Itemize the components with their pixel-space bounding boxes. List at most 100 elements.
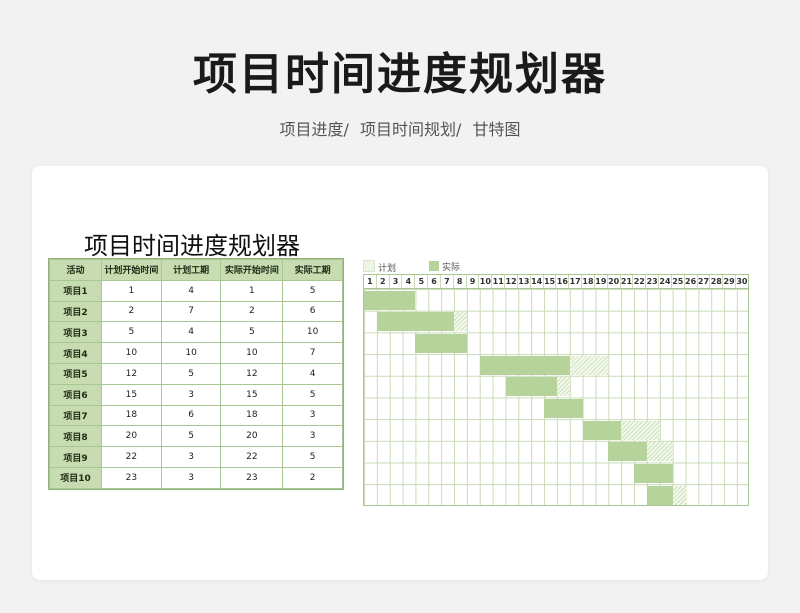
table-cell[interactable]: 22	[220, 446, 284, 468]
day-header-cell: 20	[606, 275, 620, 288]
table-row: 项目8 20 5 20 3	[49, 425, 343, 448]
table-cell[interactable]: 3	[160, 446, 222, 468]
table-cell[interactable]: 5	[220, 321, 284, 344]
activity-name-cell[interactable]: 项目6	[49, 383, 102, 406]
breadcrumb-item[interactable]: 项目进度/	[279, 120, 348, 139]
legend-actual-swatch	[429, 261, 439, 271]
activity-name-cell[interactable]: 项目4	[49, 342, 102, 364]
day-header-cell: 8	[452, 275, 466, 288]
table-cell[interactable]: 23	[100, 466, 162, 489]
day-header-cell: 23	[645, 275, 658, 288]
table-cell[interactable]: 18	[220, 404, 284, 427]
table-cell[interactable]: 4	[282, 362, 343, 385]
day-header-cell: 17	[568, 275, 581, 288]
table-cell[interactable]: 5	[282, 446, 343, 468]
column-header: 实际开始时间	[220, 259, 284, 281]
table-cell[interactable]: 2	[100, 300, 162, 323]
activity-name-cell[interactable]: 项目9	[49, 446, 102, 468]
day-header-cell: 16	[555, 275, 568, 288]
table-cell[interactable]: 7	[282, 342, 343, 364]
activity-name-cell[interactable]: 项目2	[49, 300, 102, 323]
activity-name-cell[interactable]: 项目10	[49, 466, 102, 489]
day-header-cell: 22	[632, 275, 645, 288]
table-cell[interactable]: 2	[220, 300, 284, 323]
table-cell[interactable]: 10	[220, 342, 284, 364]
legend-plan-swatch	[363, 260, 375, 272]
table-cell[interactable]: 10	[282, 321, 343, 344]
table-cell[interactable]: 18	[100, 404, 162, 427]
breadcrumb-item[interactable]: 甘特图	[472, 120, 520, 139]
table-cell[interactable]: 12	[220, 362, 284, 385]
gantt-actual-bar	[647, 485, 673, 505]
breadcrumb-item[interactable]: 项目时间规划/	[360, 120, 461, 139]
activity-name-cell[interactable]: 项目1	[49, 279, 102, 302]
table-cell[interactable]: 15	[100, 383, 162, 406]
table-cell[interactable]: 2	[282, 466, 343, 489]
table-cell[interactable]: 5	[160, 362, 222, 385]
activity-name-cell[interactable]: 项目5	[49, 362, 102, 385]
day-header-cell: 24	[658, 275, 671, 288]
column-header: 计划工期	[160, 259, 222, 281]
day-header-cell: 27	[696, 275, 710, 288]
table-cell[interactable]: 6	[160, 404, 222, 427]
gantt-chart: 1 2 3 4 5 6 7 8 9 10 11 12 13 14 15 16 17 18 19 20 21 22 23 24 2…	[363, 274, 749, 506]
table-cell[interactable]: 10	[160, 342, 222, 364]
day-header-cell: 13	[516, 275, 530, 288]
gantt-day-header: 1 2 3 4 5 6 7 8 9 10 11 12 13 14 15 16 17 18 19 20 21 22 23 24 2…	[363, 274, 749, 289]
column-header: 活动	[49, 259, 102, 281]
activity-name-cell[interactable]: 项目3	[49, 321, 102, 344]
table-cell[interactable]: 12	[100, 362, 162, 385]
table-cell[interactable]: 23	[220, 466, 284, 489]
legend-plan-label: 计划	[378, 264, 397, 274]
table-cell[interactable]: 4	[160, 321, 222, 344]
table-cell[interactable]: 10	[100, 342, 162, 364]
table-cell[interactable]: 6	[282, 300, 343, 323]
table-cell[interactable]: 5	[100, 321, 162, 344]
gantt-actual-bar	[415, 333, 467, 353]
day-header-cell: 15	[542, 275, 556, 288]
table-cell[interactable]: 1	[220, 279, 284, 302]
gantt-actual-bar	[364, 290, 416, 310]
table-cell[interactable]: 3	[160, 466, 222, 489]
table-cell[interactable]: 4	[160, 279, 222, 302]
table-cell[interactable]: 5	[282, 383, 343, 406]
activity-name-cell[interactable]: 项目7	[49, 404, 102, 427]
day-header-cell: 14	[529, 275, 543, 288]
table-row: 项目5 12 5 12 4	[49, 362, 343, 385]
table-cell[interactable]: 3	[282, 404, 343, 427]
legend-plan: 计划	[363, 260, 396, 274]
day-header-cell: 6	[427, 275, 440, 288]
day-header-cell: 19	[593, 275, 607, 288]
table-cell[interactable]: 3	[282, 425, 343, 448]
gantt-actual-bar	[505, 377, 557, 397]
table-cell[interactable]: 3	[160, 383, 222, 406]
table-cell[interactable]: 5	[282, 279, 343, 302]
page-title: 项目时间进度规划器	[193, 49, 607, 100]
day-header-cell: 2	[375, 275, 389, 288]
day-header-cell: 1	[367, 277, 373, 286]
gantt-grid	[363, 289, 749, 506]
table-cell[interactable]: 1	[100, 279, 162, 302]
gantt-actual-bar	[634, 464, 673, 484]
day-header-cell: 29	[722, 275, 735, 288]
table-cell[interactable]: 7	[160, 300, 222, 323]
day-header-cell: 25	[670, 275, 684, 288]
table-row: 项目9 22 3 22 5	[49, 446, 343, 468]
activity-name-cell[interactable]: 项目8	[49, 425, 102, 448]
table-cell[interactable]: 20	[100, 425, 162, 448]
table-cell[interactable]: 15	[220, 383, 284, 406]
sheet-title: 项目时间进度规划器	[84, 232, 300, 260]
column-header: 计划开始时间	[100, 259, 162, 281]
table-cell[interactable]: 5	[160, 425, 222, 448]
day-header-cell: 12	[504, 275, 517, 288]
table-row: 项目3 5 4 5 10	[49, 321, 343, 344]
table-row: 项目7 18 6 18 3	[49, 404, 343, 427]
legend-actual: 实际	[429, 260, 460, 273]
table-cell[interactable]: 22	[100, 446, 162, 468]
gantt-actual-bar	[479, 355, 570, 375]
table-cell[interactable]: 20	[220, 425, 284, 448]
gantt-actual-bar	[608, 442, 648, 462]
day-header-cell: 10	[478, 275, 491, 288]
gantt-actual-bar	[376, 312, 455, 332]
table-row: 项目6 15 3 15 5	[49, 383, 343, 406]
